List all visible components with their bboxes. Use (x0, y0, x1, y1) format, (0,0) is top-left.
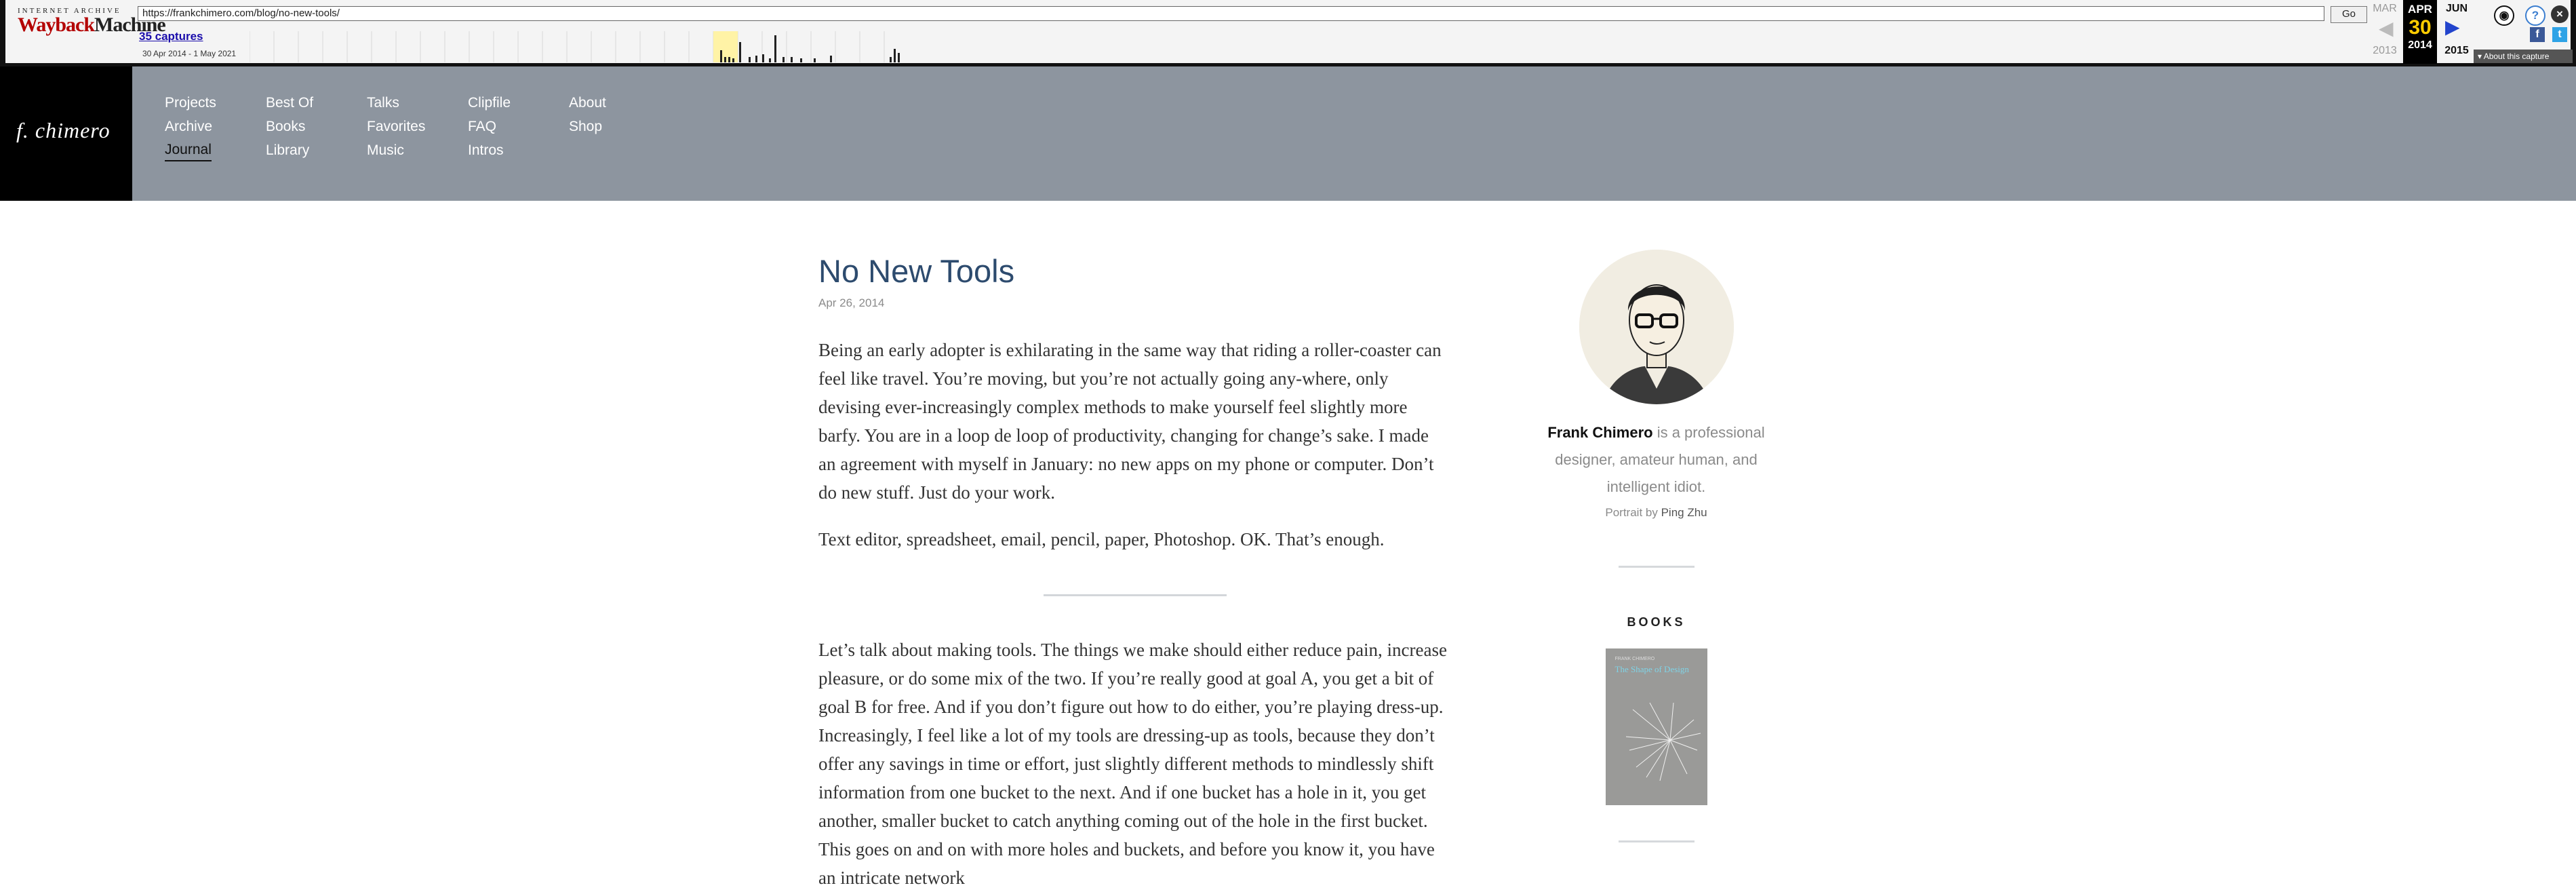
post-date: Apr 26, 2014 (818, 296, 885, 309)
post-paragraph-2: Text editor, spreadsheet, email, pencil,… (818, 529, 1385, 549)
current-month: APR (2408, 3, 2432, 16)
sparkline-bar[interactable] (739, 42, 741, 62)
next-month-link[interactable]: JUN (2440, 3, 2474, 15)
nav-column-4: Clipfile FAQ Intros (468, 91, 511, 162)
sparkline-bar[interactable] (720, 50, 722, 62)
wayback-logo-red: Wayback (18, 14, 95, 36)
author-portrait (1579, 250, 1734, 404)
site-logo[interactable]: f. chimero (0, 66, 132, 201)
sparkline-bar[interactable] (774, 35, 776, 62)
about-capture-label: About this capture (2483, 52, 2550, 61)
sparkline-bar[interactable] (749, 57, 751, 62)
site-logo-text: f. chimero (16, 118, 111, 142)
nav-best-of[interactable]: Best Of (266, 91, 313, 115)
portrait-illustration (1579, 250, 1734, 404)
book-cover-art (1625, 702, 1701, 781)
sidebar-divider (1618, 566, 1695, 568)
captures-range: 30 Apr 2014 - 1 May 2021 (142, 49, 237, 58)
site-header: f. chimero Projects Archive Journal Best… (0, 66, 2576, 201)
captures-link[interactable]: 35 captures (139, 30, 203, 43)
wayback-url-input[interactable]: https://frankchimero.com/blog/no-new-too… (138, 6, 2324, 21)
nav-books[interactable]: Books (266, 115, 313, 138)
nav-library[interactable]: Library (266, 138, 313, 162)
portrait-credit: Portrait by Ping Zhu (1539, 506, 1773, 520)
nav-talks[interactable]: Talks (367, 91, 425, 115)
author-name[interactable]: Frank Chimero (1547, 424, 1652, 441)
nav-music[interactable]: Music (367, 138, 425, 162)
sparkline-bar[interactable] (830, 56, 832, 62)
portrait-credit-link[interactable]: Ping Zhu (1661, 506, 1707, 519)
about-capture-button[interactable]: ▾ About this capture (2474, 50, 2573, 63)
nav-column-3: Talks Favorites Music (367, 91, 425, 162)
sparkline-bar[interactable] (814, 58, 816, 62)
sparkline-bar[interactable] (728, 57, 730, 62)
author-bio: Frank Chimero is a professional designer… (1539, 419, 1773, 501)
wayback-go-button[interactable]: Go (2331, 6, 2367, 23)
sidebar-divider-2 (1618, 840, 1695, 842)
nav-favorites[interactable]: Favorites (367, 115, 425, 138)
section-divider (1044, 594, 1227, 596)
current-day: 30 (2409, 16, 2432, 39)
sparkline-bar[interactable] (762, 54, 764, 62)
nav-about[interactable]: About (569, 91, 606, 115)
current-capture-date: APR 30 2014 (2403, 0, 2437, 64)
sparkline-bar[interactable] (890, 57, 892, 62)
prev-month-link[interactable]: MAR (2368, 3, 2402, 15)
post-paragraph-1: Being an early adopter is exhilarating i… (818, 340, 1442, 503)
sparkline-bar[interactable] (755, 56, 757, 62)
nav-archive[interactable]: Archive (165, 115, 216, 138)
book-cover[interactable]: FRANK CHIMERO The Shape of Design (1605, 648, 1707, 805)
prev-capture-arrow-icon[interactable]: ◀ (2379, 19, 2394, 38)
sparkline-bar[interactable] (898, 53, 900, 62)
nav-column-5: About Shop (569, 91, 606, 138)
sparkline-bar[interactable] (800, 58, 802, 62)
facebook-icon[interactable]: f (2530, 27, 2545, 42)
post-title[interactable]: No New Tools (818, 251, 1449, 292)
post-paragraph-3: Let’s talk about making tools. The thing… (818, 640, 1447, 888)
books-heading: BOOKS (1627, 615, 1686, 629)
portrait-credit-prefix: Portrait by (1605, 506, 1661, 519)
help-icon[interactable]: ? (2525, 5, 2545, 26)
sparkline-bar[interactable] (782, 57, 785, 62)
wayback-toolbar: INTERNET ARCHIVE WaybackMachine https://… (0, 0, 2576, 66)
sparkline-bar[interactable] (732, 58, 734, 62)
nav-intros[interactable]: Intros (468, 138, 511, 162)
sparkline-bar[interactable] (894, 49, 896, 62)
sparkline-bar[interactable] (724, 57, 726, 62)
twitter-icon[interactable]: t (2552, 27, 2567, 42)
post-article: No New Tools Apr 26, 2014 Being an early… (818, 251, 1449, 892)
prev-year-link[interactable]: 2013 (2368, 45, 2402, 57)
next-capture-arrow-icon[interactable]: ▶ (2445, 18, 2460, 37)
sparkline-bar[interactable] (791, 57, 793, 62)
nav-faq[interactable]: FAQ (468, 115, 511, 138)
nav-clipfile[interactable]: Clipfile (468, 91, 511, 115)
next-year-link[interactable]: 2015 (2440, 45, 2474, 57)
close-icon[interactable]: × (2551, 5, 2569, 23)
nav-shop[interactable]: Shop (569, 115, 606, 138)
nav-column-2: Best Of Books Library (266, 91, 313, 162)
nav-projects[interactable]: Projects (165, 91, 216, 115)
wayback-logo[interactable]: INTERNET ARCHIVE WaybackMachine (18, 7, 166, 54)
user-icon[interactable]: ◉ (2494, 5, 2514, 26)
wayback-logo-wordmark: WaybackMachine (18, 14, 166, 37)
nav-journal[interactable]: Journal (165, 140, 212, 161)
nav-column-1: Projects Archive Journal (165, 91, 216, 161)
capture-sparkline[interactable] (250, 31, 914, 62)
current-year: 2014 (2408, 39, 2432, 51)
sidebar: Frank Chimero is a professional designer… (1539, 244, 1773, 842)
sparkline-bar[interactable] (769, 58, 771, 62)
